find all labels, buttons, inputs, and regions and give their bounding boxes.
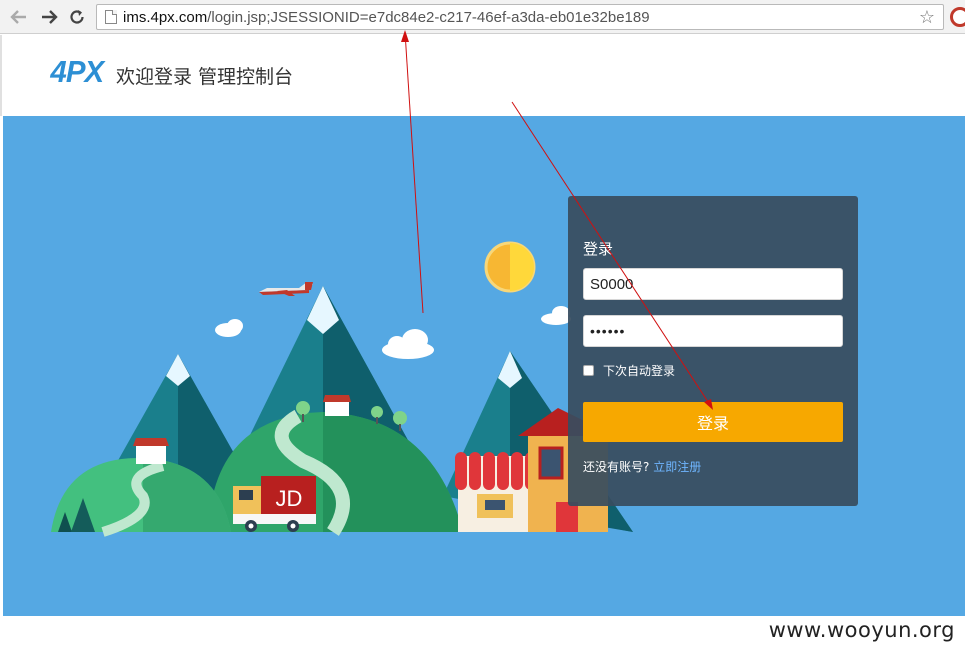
register-prompt: 还没有账号? <box>583 460 650 474</box>
remember-checkbox[interactable] <box>583 365 594 376</box>
truck-label: JD <box>276 486 303 511</box>
site-header: 4PX 欢迎登录 管理控制台 <box>0 35 965 116</box>
star-icon[interactable]: ☆ <box>919 7 935 28</box>
url-text: ims.4px.com/login.jsp;JSESSIONID=e7dc84e… <box>123 9 650 26</box>
username-value: S0000 <box>590 275 634 293</box>
login-button[interactable]: 登录 <box>583 402 843 442</box>
back-arrow-icon[interactable] <box>8 6 30 28</box>
password-input[interactable]: •••••• <box>583 315 843 347</box>
hero-banner: JD 登录 S0000 •••••• 下次自动登录 登录 还没有账号? 立即注册 <box>3 116 965 616</box>
register-line: 还没有账号? 立即注册 <box>583 458 701 475</box>
login-panel: 登录 S0000 •••••• 下次自动登录 登录 还没有账号? 立即注册 <box>568 196 858 506</box>
username-input[interactable]: S0000 <box>583 268 843 300</box>
watermark: www.wooyun.org <box>768 618 955 642</box>
url-host: ims.4px.com <box>123 8 208 26</box>
login-heading: 登录 <box>583 240 614 258</box>
site-logo[interactable]: 4PX <box>50 54 104 90</box>
register-link[interactable]: 立即注册 <box>653 460 701 474</box>
url-path: /login.jsp;JSESSIONID=e7dc84e2-c217-46ef… <box>207 8 650 26</box>
extension-icon[interactable] <box>950 7 965 27</box>
page-title: 欢迎登录 管理控制台 <box>116 66 294 88</box>
address-bar[interactable]: ims.4px.com/login.jsp;JSESSIONID=e7dc84e… <box>96 4 944 30</box>
forward-arrow-icon[interactable] <box>38 6 60 28</box>
browser-toolbar: ims.4px.com/login.jsp;JSESSIONID=e7dc84e… <box>0 0 965 34</box>
page-icon <box>105 10 117 24</box>
remember-me[interactable]: 下次自动登录 <box>583 362 675 379</box>
remember-label: 下次自动登录 <box>603 364 676 378</box>
reload-icon[interactable] <box>66 6 88 28</box>
password-value: •••••• <box>590 323 626 339</box>
